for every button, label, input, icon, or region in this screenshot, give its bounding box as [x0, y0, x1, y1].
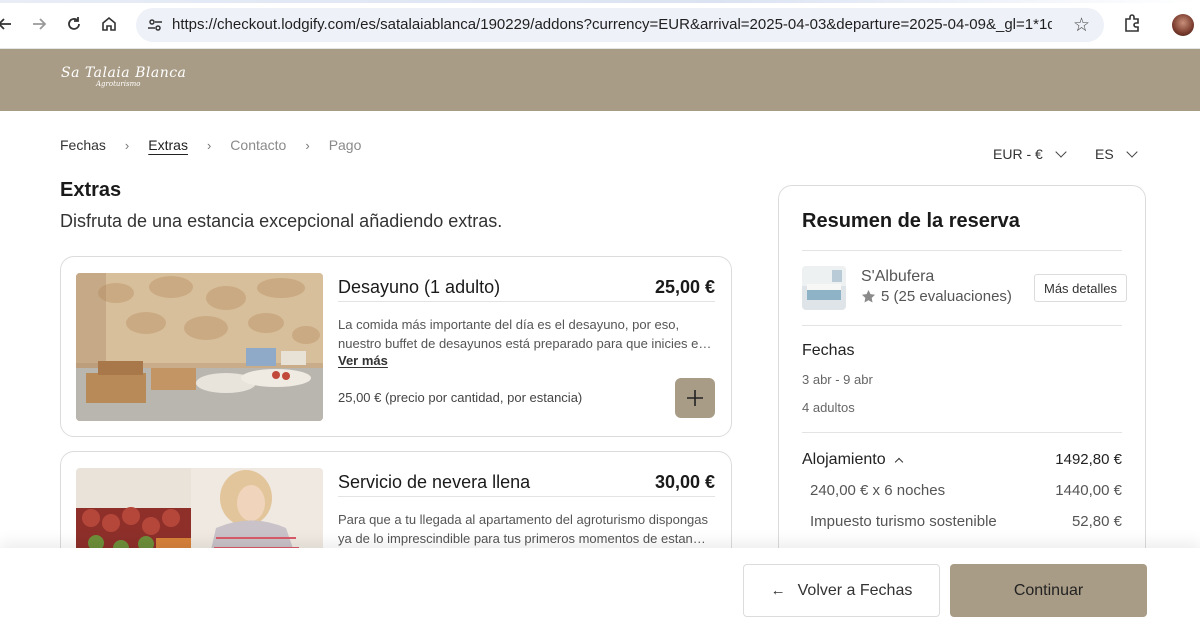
- breadcrumb-step-fechas[interactable]: Fechas: [60, 137, 106, 153]
- property-rating: 5 (25 evaluaciones): [861, 288, 1012, 305]
- tax-label: Impuesto turismo sostenible: [810, 513, 997, 530]
- address-bar[interactable]: https://checkout.lodgify.com/es/satalaia…: [136, 8, 1104, 42]
- accommodation-label: Alojamiento: [802, 451, 903, 469]
- dates-label: Fechas: [802, 342, 855, 359]
- nights-amount: 1440,00 €: [1055, 482, 1122, 499]
- tax-amount: 52,80 €: [1071, 513, 1122, 530]
- continue-button-label: Continuar: [1013, 581, 1084, 599]
- site-header: Sa Talaia Blanca Agroturismo: [0, 49, 1200, 111]
- page-title: Extras: [60, 179, 122, 201]
- plus-icon: [687, 390, 703, 406]
- accommodation-row[interactable]: Alojamiento 1492,80 €: [802, 451, 1122, 469]
- chevron-up-icon: [894, 457, 903, 466]
- accommodation-total: 1492,80 €: [1055, 451, 1122, 468]
- extensions-puzzle-icon[interactable]: [1122, 13, 1142, 33]
- breakfast-image: [76, 273, 323, 421]
- divider: [338, 496, 715, 497]
- extra-title: Desayuno (1 adulto): [338, 277, 501, 297]
- divider: [802, 250, 1122, 251]
- divider: [338, 301, 715, 302]
- summary-title: Resumen de la reserva: [802, 210, 1020, 232]
- star-icon: [861, 289, 876, 303]
- profile-avatar[interactable]: [1172, 14, 1194, 36]
- tab-strip-edge: [0, 0, 1200, 3]
- currency-selector[interactable]: EUR - €: [993, 146, 1067, 162]
- site-logo[interactable]: Sa Talaia Blanca Agroturismo: [61, 65, 186, 88]
- extra-description-line: La comida más importante del día es el d…: [338, 317, 680, 332]
- site-settings-icon[interactable]: [146, 16, 164, 34]
- url-text[interactable]: https://checkout.lodgify.com/es/satalaia…: [172, 16, 1052, 33]
- extra-description-line: ya de lo imprescindible para tus primero…: [338, 531, 712, 546]
- breadcrumb-chevron-icon: ›: [206, 137, 212, 153]
- language-selector[interactable]: ES: [1095, 146, 1138, 162]
- extra-description-line: Para que a tu llegada al apartamento del…: [338, 512, 709, 527]
- extra-description: Para que a tu llegada al apartamento del…: [338, 510, 712, 548]
- add-extra-button[interactable]: [675, 378, 715, 418]
- property-name: S'Albufera: [861, 268, 935, 285]
- continue-button[interactable]: Continuar: [950, 564, 1147, 617]
- divider: [802, 432, 1122, 433]
- forward-arrow-icon[interactable]: [28, 13, 50, 35]
- language-value: ES: [1095, 146, 1114, 162]
- bookmark-star-icon[interactable]: ☆: [1073, 14, 1090, 37]
- extra-price-note: 25,00 € (precio por cantidad, por estanc…: [338, 390, 583, 405]
- extra-price: 30,00 €: [654, 472, 715, 492]
- extra-card-breakfast: Desayuno (1 adulto) 25,00 € La comida má…: [60, 256, 732, 437]
- breadcrumb-step-contacto: Contacto: [230, 137, 287, 153]
- back-to-dates-button[interactable]: ← Volver a Fechas: [743, 564, 940, 617]
- breadcrumb-chevron-icon: ›: [305, 137, 310, 153]
- chevron-down-icon: [1055, 146, 1067, 158]
- logo-text: Sa Talaia Blanca: [61, 65, 187, 81]
- arrow-left-icon: ←: [770, 582, 786, 599]
- property-thumbnail: [802, 266, 846, 310]
- chevron-down-icon: [1126, 146, 1138, 158]
- home-icon[interactable]: [98, 13, 120, 35]
- divider: [802, 325, 1122, 326]
- back-arrow-icon[interactable]: [0, 13, 16, 35]
- breadcrumb-chevron-icon: ›: [124, 137, 130, 153]
- guests-value: 4 adultos: [802, 400, 855, 415]
- extra-title: Servicio de nevera llena: [338, 472, 531, 492]
- logo-subtext: Agroturismo: [96, 80, 141, 88]
- breadcrumb-step-pago: Pago: [328, 137, 362, 153]
- back-button-label: Volver a Fechas: [797, 581, 913, 599]
- dates-value: 3 abr - 9 abr: [802, 372, 873, 387]
- currency-value: EUR - €: [993, 146, 1043, 162]
- accommodation-label-text: Alojamiento: [802, 451, 886, 468]
- more-details-button[interactable]: Más detalles: [1034, 274, 1127, 302]
- breadcrumb-step-extras[interactable]: Extras: [148, 137, 188, 153]
- extra-description: La comida más importante del día es el d…: [338, 315, 712, 353]
- reload-icon[interactable]: [63, 13, 85, 35]
- nights-label: 240,00 € x 6 noches: [810, 482, 946, 499]
- nights-row: 240,00 € x 6 noches 1440,00 €: [802, 482, 1122, 499]
- extra-description-line: nuestro buffet de desayunos está prepara…: [338, 336, 712, 351]
- page-subtitle: Disfruta de una estancia excepcional aña…: [60, 211, 503, 231]
- breadcrumb: Fechas › Extras › Contacto › Pago: [60, 137, 361, 153]
- bottom-action-bar: ← Volver a Fechas Continuar: [0, 548, 1200, 631]
- see-more-link[interactable]: Ver más: [338, 353, 388, 368]
- browser-toolbar: https://checkout.lodgify.com/es/satalaia…: [0, 0, 1200, 49]
- extra-price: 25,00 €: [654, 277, 715, 297]
- rating-text: 5 (25 evaluaciones): [881, 288, 1012, 305]
- tax-row: Impuesto turismo sostenible 52,80 €: [802, 513, 1122, 530]
